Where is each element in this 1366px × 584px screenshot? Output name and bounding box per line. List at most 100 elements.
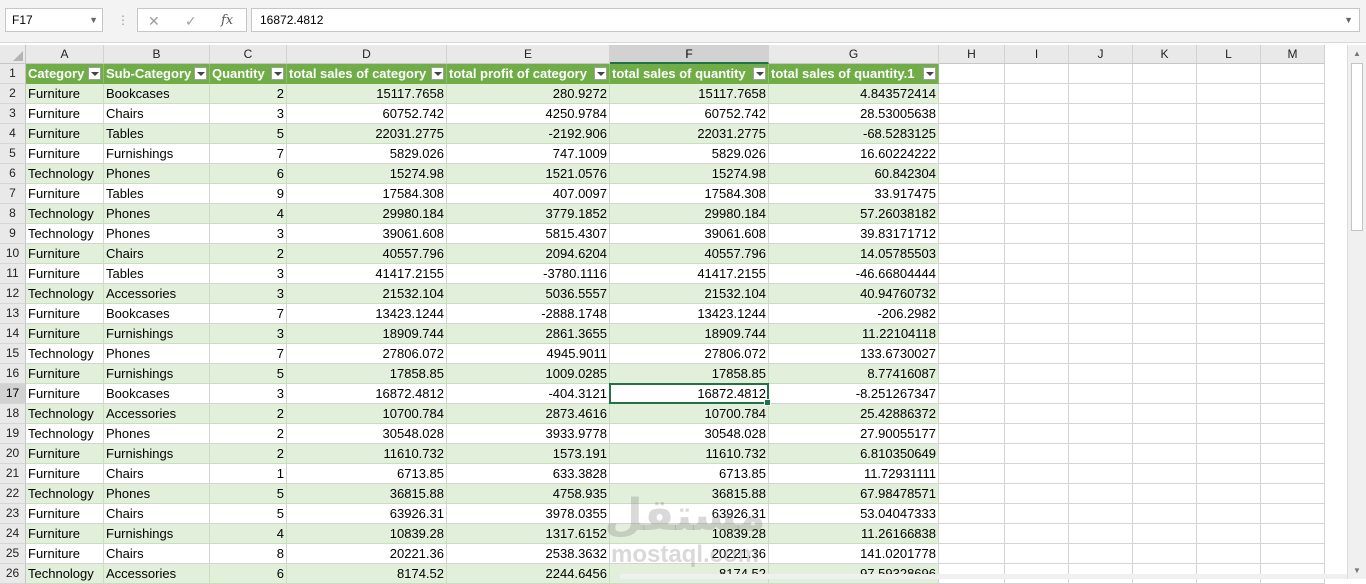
table-cell[interactable]: 3933.9778 <box>447 424 610 444</box>
table-cell[interactable]: Phones <box>104 164 210 184</box>
table-header-cell[interactable]: total sales of category <box>287 64 447 84</box>
empty-cell[interactable] <box>1069 504 1133 524</box>
table-cell[interactable]: 5 <box>210 484 287 504</box>
empty-cell[interactable] <box>1133 364 1197 384</box>
table-cell[interactable]: Furniture <box>26 504 104 524</box>
empty-cell[interactable] <box>1197 484 1261 504</box>
table-cell[interactable]: 1317.6152 <box>447 524 610 544</box>
table-cell[interactable]: 4758.935 <box>447 484 610 504</box>
table-cell[interactable]: 2 <box>210 84 287 104</box>
table-cell[interactable]: 28.53005638 <box>769 104 939 124</box>
empty-cell[interactable] <box>1133 104 1197 124</box>
table-cell[interactable]: 30548.028 <box>610 424 769 444</box>
table-cell[interactable]: 40557.796 <box>610 244 769 264</box>
empty-cell[interactable] <box>1005 64 1069 84</box>
table-cell[interactable]: 10700.784 <box>287 404 447 424</box>
filter-dropdown-icon[interactable] <box>923 67 936 80</box>
table-cell[interactable]: 15274.98 <box>610 164 769 184</box>
table-cell[interactable]: Furnishings <box>104 324 210 344</box>
row-header-5[interactable]: 5 <box>0 144 26 164</box>
empty-cell[interactable] <box>1197 124 1261 144</box>
table-cell[interactable]: Phones <box>104 484 210 504</box>
empty-cell[interactable] <box>1261 464 1325 484</box>
table-cell[interactable]: Technology <box>26 204 104 224</box>
empty-cell[interactable] <box>1069 404 1133 424</box>
table-cell[interactable]: 280.9272 <box>447 84 610 104</box>
row-header-24[interactable]: 24 <box>0 524 26 544</box>
filter-dropdown-icon[interactable] <box>194 67 207 80</box>
empty-cell[interactable] <box>1261 504 1325 524</box>
table-cell[interactable]: 18909.744 <box>610 324 769 344</box>
table-cell[interactable]: 17584.308 <box>610 184 769 204</box>
empty-cell[interactable] <box>1069 384 1133 404</box>
table-cell[interactable]: 3 <box>210 284 287 304</box>
table-cell[interactable]: Furniture <box>26 544 104 564</box>
empty-cell[interactable] <box>1005 164 1069 184</box>
table-cell[interactable]: 60752.742 <box>610 104 769 124</box>
empty-cell[interactable] <box>1197 64 1261 84</box>
table-cell[interactable]: Furniture <box>26 124 104 144</box>
table-cell[interactable]: -2888.1748 <box>447 304 610 324</box>
empty-cell[interactable] <box>1261 104 1325 124</box>
table-cell[interactable]: Furniture <box>26 184 104 204</box>
empty-cell[interactable] <box>1261 364 1325 384</box>
table-cell[interactable]: 2 <box>210 404 287 424</box>
empty-cell[interactable] <box>1133 124 1197 144</box>
table-cell[interactable]: 27.90055177 <box>769 424 939 444</box>
empty-cell[interactable] <box>1261 524 1325 544</box>
table-cell[interactable]: 8 <box>210 544 287 564</box>
table-cell[interactable]: 36815.88 <box>287 484 447 504</box>
empty-cell[interactable] <box>1069 84 1133 104</box>
table-cell[interactable]: 4 <box>210 524 287 544</box>
table-cell[interactable]: Technology <box>26 224 104 244</box>
empty-cell[interactable] <box>1197 224 1261 244</box>
empty-cell[interactable] <box>1261 424 1325 444</box>
scroll-thumb[interactable] <box>1351 63 1363 231</box>
empty-cell[interactable] <box>1069 524 1133 544</box>
table-cell[interactable]: Bookcases <box>104 304 210 324</box>
empty-cell[interactable] <box>939 184 1005 204</box>
empty-cell[interactable] <box>1261 244 1325 264</box>
empty-cell[interactable] <box>1197 164 1261 184</box>
empty-cell[interactable] <box>1005 444 1069 464</box>
empty-cell[interactable] <box>1197 184 1261 204</box>
table-cell[interactable]: 2 <box>210 444 287 464</box>
column-header-d[interactable]: D <box>287 45 447 64</box>
empty-cell[interactable] <box>1197 404 1261 424</box>
table-cell[interactable]: 1 <box>210 464 287 484</box>
empty-cell[interactable] <box>1005 504 1069 524</box>
empty-cell[interactable] <box>939 404 1005 424</box>
table-cell[interactable]: 11610.732 <box>287 444 447 464</box>
empty-cell[interactable] <box>1261 324 1325 344</box>
table-cell[interactable]: Chairs <box>104 544 210 564</box>
empty-cell[interactable] <box>1069 544 1133 564</box>
row-header-3[interactable]: 3 <box>0 104 26 124</box>
empty-cell[interactable] <box>1069 264 1133 284</box>
empty-cell[interactable] <box>1133 164 1197 184</box>
table-cell[interactable]: Furniture <box>26 384 104 404</box>
table-cell[interactable]: 60.842304 <box>769 164 939 184</box>
empty-cell[interactable] <box>1133 344 1197 364</box>
table-cell[interactable]: 21532.104 <box>287 284 447 304</box>
row-header-2[interactable]: 2 <box>0 84 26 104</box>
table-cell[interactable]: -206.2982 <box>769 304 939 324</box>
empty-cell[interactable] <box>1197 344 1261 364</box>
row-header-25[interactable]: 25 <box>0 544 26 564</box>
table-cell[interactable]: -404.3121 <box>447 384 610 404</box>
table-cell[interactable]: 16872.4812 <box>287 384 447 404</box>
table-cell[interactable]: Furnishings <box>104 444 210 464</box>
empty-cell[interactable] <box>1261 164 1325 184</box>
table-cell[interactable]: 15117.7658 <box>287 84 447 104</box>
empty-cell[interactable] <box>1261 384 1325 404</box>
empty-cell[interactable] <box>1069 364 1133 384</box>
empty-cell[interactable] <box>1261 224 1325 244</box>
horizontal-scrollbar[interactable] <box>620 574 1347 579</box>
table-cell[interactable]: 5 <box>210 504 287 524</box>
row-header-4[interactable]: 4 <box>0 124 26 144</box>
table-cell[interactable]: 14.05785503 <box>769 244 939 264</box>
empty-cell[interactable] <box>1005 244 1069 264</box>
table-cell[interactable]: 6713.85 <box>287 464 447 484</box>
empty-cell[interactable] <box>1005 464 1069 484</box>
table-cell[interactable]: Phones <box>104 224 210 244</box>
table-cell[interactable]: -8.251267347 <box>769 384 939 404</box>
